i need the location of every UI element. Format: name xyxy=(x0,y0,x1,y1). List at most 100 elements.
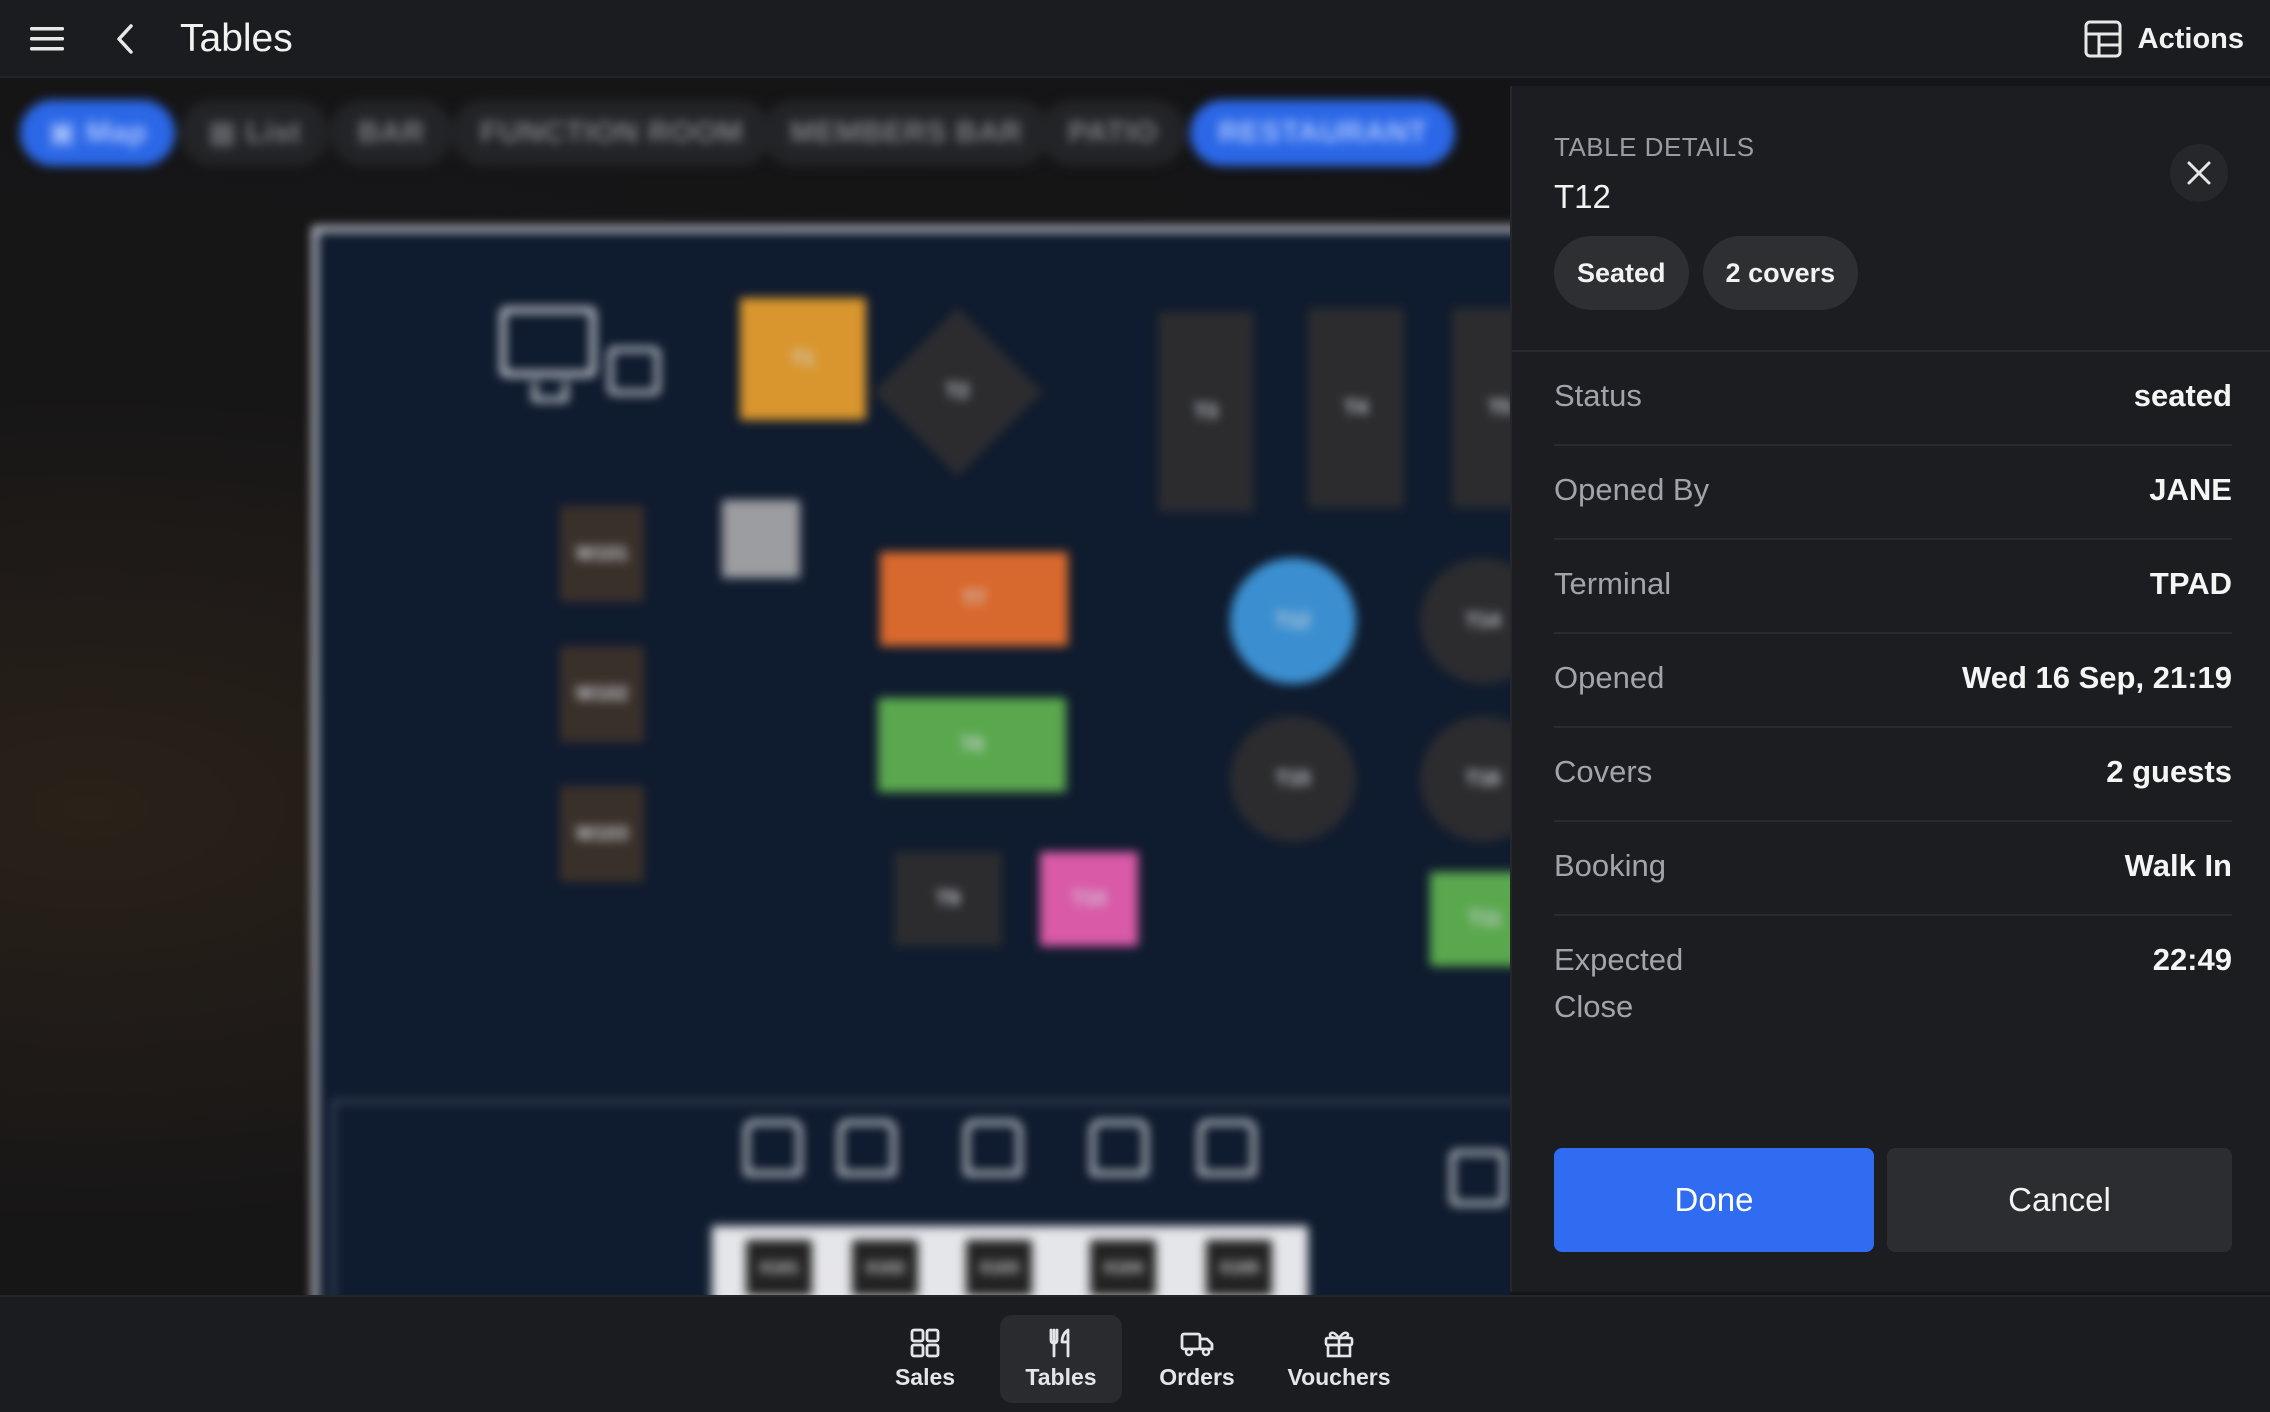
floor-map-background: ▣ Map ▦ List BAR FUNCTION ROOM MEMBERS B… xyxy=(0,80,1510,1295)
table-t5[interactable]: T5 xyxy=(1452,308,1510,508)
panel-table-name: T12 xyxy=(1554,178,1611,215)
detail-row-opened-by: Opened By JANE xyxy=(1554,446,2232,540)
chip-patio[interactable]: PATIO xyxy=(1040,100,1186,166)
detail-value: Walk In xyxy=(2124,848,2232,883)
detail-value: JANE xyxy=(2149,472,2232,507)
gift-icon xyxy=(1324,1330,1354,1357)
status-badges: Seated 2 covers xyxy=(1554,236,1859,310)
map-icon: ▣ xyxy=(48,116,86,149)
detail-label: Booking xyxy=(1554,848,1667,883)
detail-row-covers: Covers 2 guests xyxy=(1554,728,2232,822)
nav-sales[interactable]: Sales xyxy=(880,1315,970,1403)
detail-label: Covers xyxy=(1554,754,1653,789)
chip-list-label: List xyxy=(245,116,302,149)
table-x102[interactable]: X102 xyxy=(852,1240,918,1295)
table-t8[interactable]: T8 xyxy=(878,698,1066,792)
table-t16[interactable]: T16 xyxy=(1420,716,1510,842)
table-t3[interactable]: T3 xyxy=(1158,312,1254,512)
layout-icon xyxy=(2084,20,2122,58)
table-x104[interactable]: X104 xyxy=(1090,1240,1156,1295)
nav-orders[interactable]: Orders xyxy=(1148,1315,1246,1403)
table-x105[interactable]: X105 xyxy=(1206,1240,1272,1295)
table-t2-label: T2 xyxy=(946,380,970,403)
nav-tables-label: Tables xyxy=(1025,1363,1097,1390)
detail-row-expected-close: Expected Close 22:49 xyxy=(1554,916,2232,1036)
page-title: Tables xyxy=(180,17,293,60)
chip-bar[interactable]: BAR xyxy=(330,100,453,166)
bar-stool xyxy=(1090,1120,1148,1176)
covers-badge: 2 covers xyxy=(1702,236,1859,310)
detail-value: seated xyxy=(2133,378,2232,413)
chip-map[interactable]: ▣ Map xyxy=(20,100,176,166)
delivery-truck-icon xyxy=(1180,1332,1214,1356)
fork-knife-icon xyxy=(1049,1328,1070,1357)
terminal-stand xyxy=(532,382,568,402)
bottom-nav: Sales Tables Orders Vouchers xyxy=(0,1295,2270,1412)
detail-row-status: Status seated xyxy=(1554,352,2232,446)
top-bar: Tables Actions xyxy=(0,0,2270,78)
chip-restaurant[interactable]: RESTAURANT xyxy=(1190,100,1456,166)
terminal-icon xyxy=(500,307,596,377)
table-t12[interactable]: T12 xyxy=(1230,558,1356,684)
table-t15[interactable]: T15 xyxy=(1230,716,1356,842)
actions-button[interactable]: Actions xyxy=(2084,14,2244,64)
bar-stool xyxy=(1198,1120,1256,1176)
table-t11[interactable]: T11 xyxy=(1430,872,1510,966)
printer-icon xyxy=(608,347,660,395)
nav-orders-label: Orders xyxy=(1159,1363,1235,1390)
detail-value: 22:49 xyxy=(2152,942,2232,977)
detail-label: Opened xyxy=(1554,660,1665,695)
table-x101[interactable]: X101 xyxy=(746,1240,812,1295)
app-root: Tables Actions ▣ Map ▦ List BAR FUNCTION… xyxy=(0,0,2270,1412)
table-w102[interactable]: W102 xyxy=(560,646,644,742)
pillar xyxy=(722,500,800,578)
done-button[interactable]: Done xyxy=(1554,1148,1874,1252)
menu-icon[interactable] xyxy=(22,14,72,64)
chip-list[interactable]: ▦ List xyxy=(180,100,330,166)
detail-value: Wed 16 Sep, 21:19 xyxy=(1962,660,2232,695)
table-t4[interactable]: T4 xyxy=(1308,308,1404,508)
bar-printer-icon xyxy=(1450,1150,1506,1206)
status-badge: Seated xyxy=(1554,236,1689,310)
detail-label: Status xyxy=(1554,378,1642,413)
bar-counter: X101 X102 X103 X104 X105 xyxy=(712,1226,1308,1295)
detail-label: Opened By xyxy=(1554,472,1710,507)
bar-stool xyxy=(964,1120,1022,1176)
close-icon xyxy=(2187,161,2211,185)
floor-map-blur-layer: ▣ Map ▦ List BAR FUNCTION ROOM MEMBERS B… xyxy=(0,80,1510,1295)
chip-map-label: Map xyxy=(85,116,148,149)
actions-label: Actions xyxy=(2137,22,2244,55)
nav-sales-label: Sales xyxy=(894,1363,956,1390)
table-t7[interactable]: T7 xyxy=(880,552,1068,646)
table-details-panel: TABLE DETAILS T12 Seated 2 covers Status… xyxy=(1510,86,2270,1292)
chip-function-room[interactable]: FUNCTION ROOM xyxy=(452,100,772,166)
nav-vouchers[interactable]: Vouchers xyxy=(1280,1315,1398,1403)
detail-label: Expected Close xyxy=(1554,942,1684,1024)
nav-vouchers-label: Vouchers xyxy=(1287,1363,1391,1390)
detail-label: Terminal xyxy=(1554,566,1672,601)
detail-value: 2 guests xyxy=(2106,754,2232,789)
detail-value: TPAD xyxy=(2149,566,2232,601)
details-list: Status seated Opened By JANE Terminal TP… xyxy=(1554,352,2232,1036)
grid-icon xyxy=(910,1328,940,1357)
cancel-button[interactable]: Cancel xyxy=(1887,1148,2232,1252)
detail-row-terminal: Terminal TPAD xyxy=(1554,540,2232,634)
detail-row-booking: Booking Walk In xyxy=(1554,822,2232,916)
chip-members-bar[interactable]: MEMBERS BAR xyxy=(762,100,1051,166)
panel-eyebrow: TABLE DETAILS xyxy=(1554,132,1755,162)
table-t14[interactable]: T14 xyxy=(1420,558,1510,684)
bar-stool xyxy=(744,1120,802,1176)
table-w101[interactable]: W101 xyxy=(560,506,644,602)
close-button[interactable] xyxy=(2170,144,2228,202)
table-t2[interactable]: T2 xyxy=(873,307,1043,477)
nav-tables[interactable]: Tables xyxy=(1000,1315,1122,1403)
table-t10[interactable]: T10 xyxy=(1040,852,1138,946)
table-w103[interactable]: W103 xyxy=(560,786,644,882)
back-arrow-icon[interactable] xyxy=(100,14,150,64)
table-x103[interactable]: X103 xyxy=(966,1240,1032,1295)
list-icon: ▦ xyxy=(208,116,246,149)
detail-row-opened: Opened Wed 16 Sep, 21:19 xyxy=(1554,634,2232,728)
bar-stool xyxy=(838,1120,896,1176)
table-t1[interactable]: T1 xyxy=(740,298,866,420)
table-t9[interactable]: T9 xyxy=(894,852,1002,946)
